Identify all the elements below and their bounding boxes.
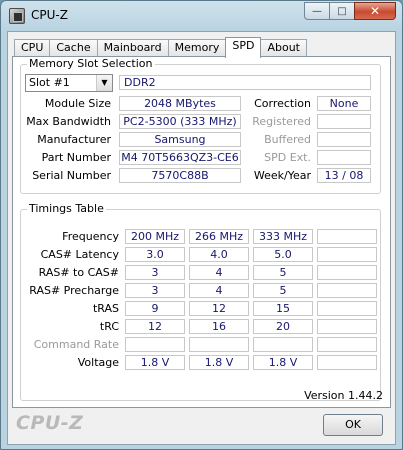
trc-value-2: 16 [189,319,249,334]
tab-strip: CPU Cache Mainboard Memory SPD About [14,37,307,58]
command-rate-value-1 [125,337,185,352]
trc-value-1: 12 [125,319,185,334]
trc-value-3: 20 [253,319,313,334]
client-area: CPU Cache Mainboard Memory SPD About Mem… [7,31,396,445]
module-size-value: 2048 MBytes [119,96,241,111]
ras-to-cas-label: RAS# to CAS# [38,266,119,279]
registered-value [317,114,371,129]
ras-to-cas-value-4 [317,265,377,280]
tab-spd[interactable]: SPD [225,37,262,58]
cas-latency-value-1: 3.0 [125,247,185,262]
ras-to-cas-value-3: 5 [253,265,313,280]
module-size-label: Module Size [44,97,111,110]
buffered-label: Buffered [264,133,311,146]
ras-precharge-value-1: 3 [125,283,185,298]
voltage-label: Voltage [77,356,119,369]
tab-memory[interactable]: Memory [167,39,227,57]
cpuz-window: CPU-Z — □ ✕ CPU Cache Mainboard Memory S… [0,0,403,450]
spd-ext-label: SPD Ext. [264,151,311,164]
voltage-value-3: 1.8 V [253,355,313,370]
buffered-value [317,132,371,147]
memory-type-field: DDR2 [119,75,371,90]
tras-label: tRAS [92,302,119,315]
window-title: CPU-Z [31,8,68,22]
timings-group: Timings Table Frequency 200 MHz 266 MHz … [20,202,381,401]
minimize-icon: — [312,5,322,17]
spd-ext-value [317,150,371,165]
cas-latency-value-2: 4.0 [189,247,249,262]
manufacturer-value: Samsung [119,132,241,147]
command-rate-value-3 [253,337,313,352]
memory-slot-group: Memory Slot Selection Slot #1 ▼ DDR2 Mod… [20,57,381,194]
frequency-value-4 [317,229,377,244]
max-bandwidth-label: Max Bandwidth [26,115,111,128]
week-year-label: Week/Year [253,169,311,182]
memory-slot-legend: Memory Slot Selection [27,57,155,71]
maximize-icon: □ [337,5,347,17]
part-number-label: Part Number [41,151,111,164]
minimize-button[interactable]: — [304,2,330,20]
week-year-value: 13 / 08 [317,168,371,183]
command-rate-value-4 [317,337,377,352]
tab-cache[interactable]: Cache [49,39,98,57]
tras-value-3: 15 [253,301,313,316]
chevron-down-icon: ▼ [96,75,112,91]
ras-to-cas-value-2: 4 [189,265,249,280]
command-rate-value-2 [189,337,249,352]
trc-value-4 [317,319,377,334]
part-number-value: M4 70T5663QZ3-CE6 [119,150,241,165]
frequency-value-1: 200 MHz [125,229,185,244]
cpuz-chip-icon [9,8,25,24]
ok-button[interactable]: OK [323,414,383,436]
ras-precharge-value-3: 5 [253,283,313,298]
cas-latency-label: CAS# Latency [40,248,119,261]
tras-value-2: 12 [189,301,249,316]
slot-select[interactable]: Slot #1 ▼ [25,74,113,92]
trc-label: tRC [99,320,119,333]
ras-to-cas-value-1: 3 [125,265,185,280]
cas-latency-value-4 [317,247,377,262]
frequency-label: Frequency [62,230,119,243]
tras-value-1: 9 [125,301,185,316]
timings-legend: Timings Table [27,202,106,216]
serial-number-value: 7570C88B [119,168,241,183]
cpuz-logo: CPU-Z [16,412,84,434]
spd-panel: Memory Slot Selection Slot #1 ▼ DDR2 Mod… [12,56,391,408]
tab-cpu[interactable]: CPU [14,39,51,57]
manufacturer-label: Manufacturer [37,133,111,146]
frequency-value-2: 266 MHz [189,229,249,244]
frequency-value-3: 333 MHz [253,229,313,244]
close-button[interactable]: ✕ [354,2,396,20]
ras-precharge-value-2: 4 [189,283,249,298]
ras-precharge-value-4 [317,283,377,298]
registered-label: Registered [252,115,311,128]
voltage-value-1: 1.8 V [125,355,185,370]
voltage-value-2: 1.8 V [189,355,249,370]
correction-value: None [317,96,371,111]
maximize-button[interactable]: □ [329,2,355,20]
max-bandwidth-value: PC2-5300 (333 MHz) [119,114,241,129]
command-rate-label: Command Rate [33,338,119,351]
serial-number-label: Serial Number [32,169,111,182]
title-bar[interactable]: CPU-Z — □ ✕ [1,1,402,31]
tras-value-4 [317,301,377,316]
voltage-value-4 [317,355,377,370]
window-controls: — □ ✕ [304,2,396,21]
tab-mainboard[interactable]: Mainboard [96,39,169,57]
correction-label: Correction [254,97,311,110]
close-icon: ✕ [369,4,381,18]
slot-select-value: Slot #1 [29,76,70,89]
version-text: Version 1.44.2 [304,389,383,402]
tab-about[interactable]: About [260,39,307,57]
ras-precharge-label: RAS# Precharge [29,284,119,297]
cas-latency-value-3: 5.0 [253,247,313,262]
